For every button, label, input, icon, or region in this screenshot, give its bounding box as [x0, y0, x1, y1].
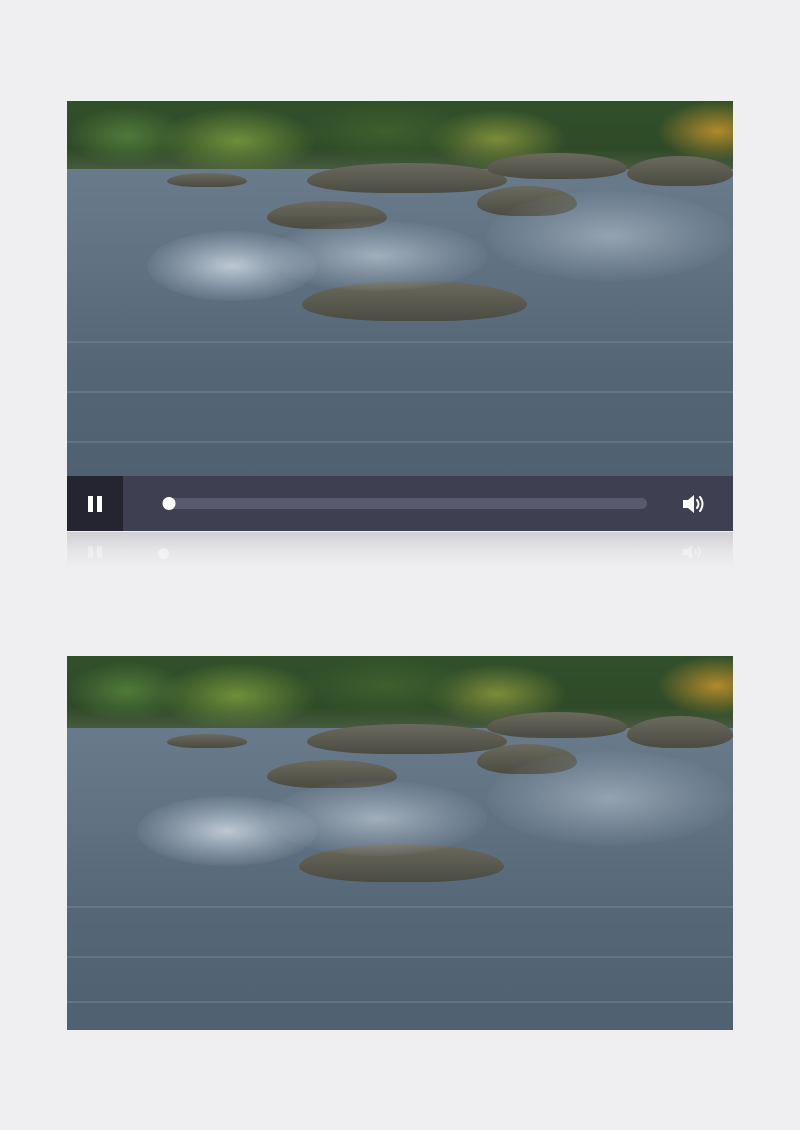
progress-knob-reflection [158, 548, 169, 559]
rock [167, 173, 247, 187]
rock [307, 724, 507, 754]
progress-bar[interactable] [162, 497, 647, 510]
video-frame [67, 656, 733, 1030]
ripple [67, 441, 733, 443]
pause-button[interactable] [67, 476, 123, 531]
ripple [67, 956, 733, 958]
tree-line [67, 101, 733, 169]
video-still-frame [67, 656, 733, 1030]
rock [487, 153, 627, 179]
tree-line [67, 656, 733, 728]
rock [307, 163, 507, 193]
video-control-bar [67, 476, 733, 531]
video-player[interactable] [67, 101, 733, 476]
water-foam [487, 191, 733, 281]
volume-icon [683, 495, 704, 513]
ripple [67, 341, 733, 343]
pause-icon [88, 546, 102, 558]
control-bar-reflection [67, 532, 733, 568]
rock [487, 712, 627, 738]
volume-icon [683, 545, 701, 559]
rock [167, 734, 247, 748]
rock [627, 716, 733, 748]
water-foam [487, 751, 733, 846]
ripple [67, 391, 733, 393]
rock [627, 156, 733, 186]
volume-button[interactable] [679, 490, 707, 518]
ripple [67, 906, 733, 908]
water-foam [267, 221, 487, 291]
progress-knob[interactable] [162, 497, 176, 510]
video-frame [67, 101, 733, 476]
water-foam [267, 781, 487, 856]
ripple [67, 1001, 733, 1003]
